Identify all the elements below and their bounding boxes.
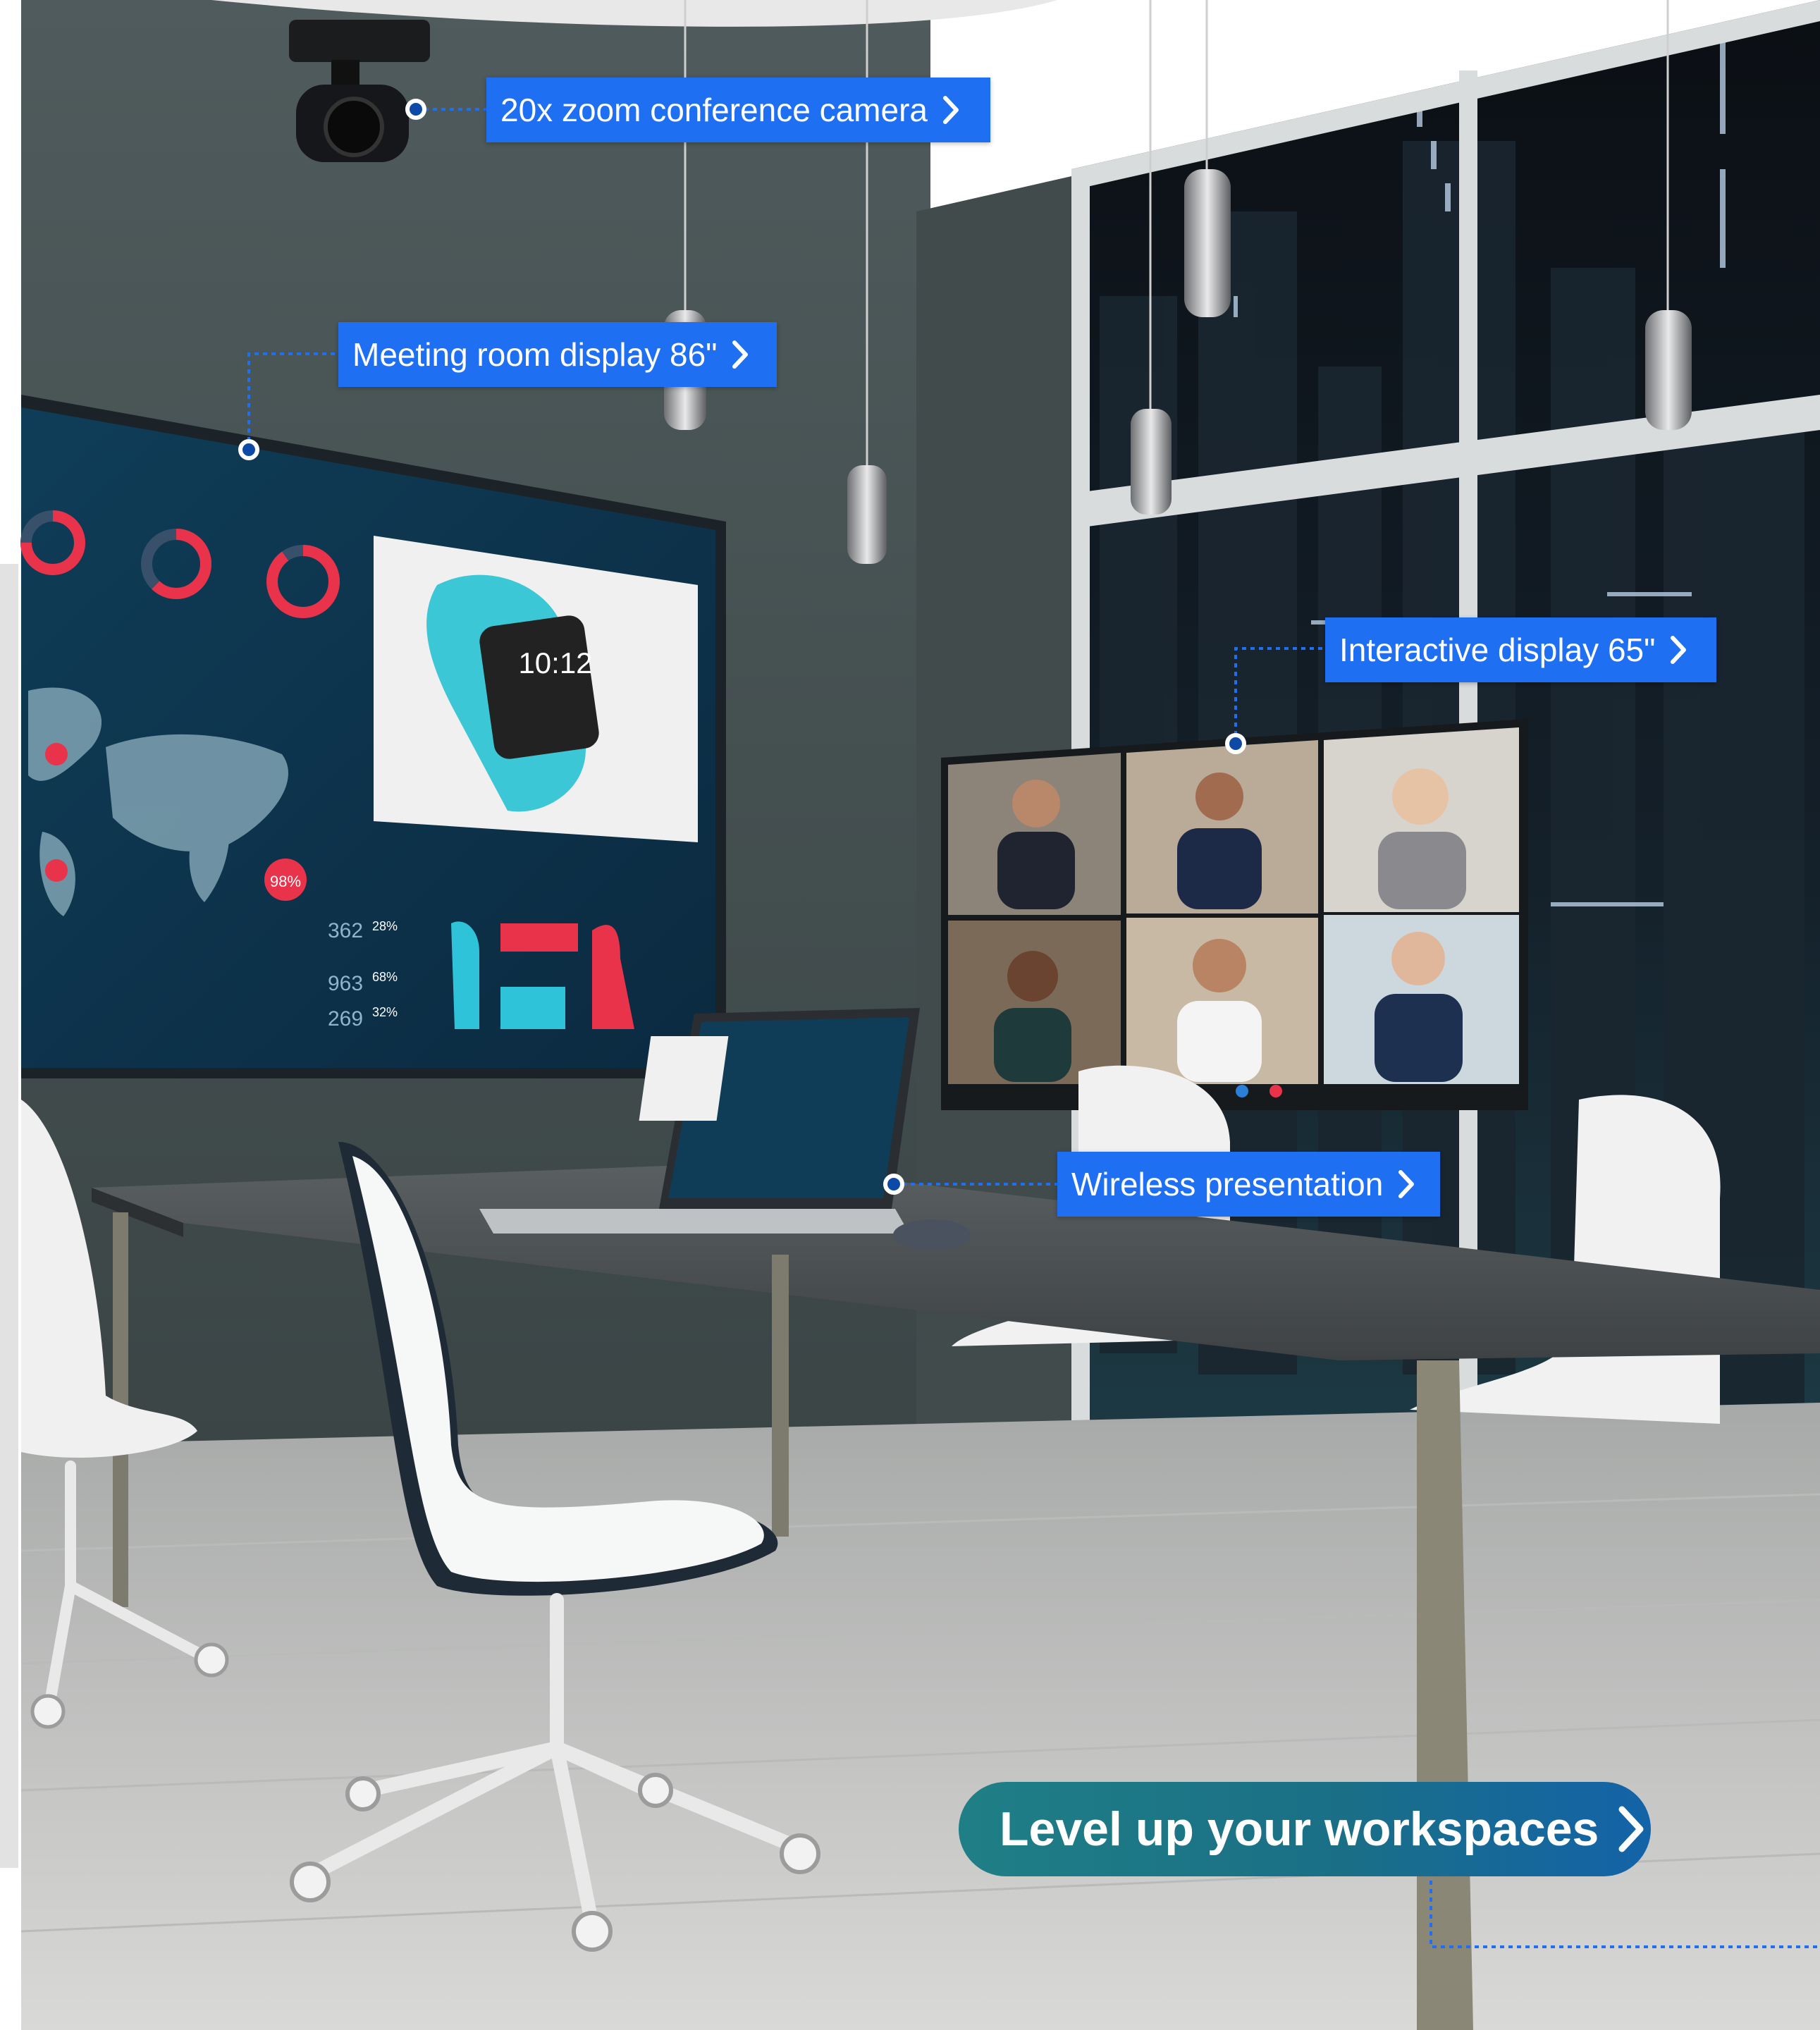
stat-2: 963 <box>328 972 363 995</box>
display65-hotspot-dot[interactable] <box>1225 733 1246 754</box>
conference-room-photo: 98% 10:12 362 963 269 28% 68% 32% <box>0 0 1820 2030</box>
chevron-right-icon <box>1618 1806 1644 1852</box>
chevron-right-icon <box>1398 1170 1415 1198</box>
svg-text:28%: 28% <box>372 919 398 933</box>
display65-hotspot-label[interactable]: Interactive display 65" <box>1325 617 1716 682</box>
left-scroll-track <box>0 564 18 1868</box>
stat-1: 362 <box>328 919 363 942</box>
svg-text:68%: 68% <box>372 970 398 984</box>
chevron-right-icon <box>1671 636 1687 664</box>
display86-hotspot-label[interactable]: Meeting room display 86" <box>338 322 777 387</box>
svg-text:32%: 32% <box>372 1005 398 1019</box>
map-badge-text: 98% <box>270 873 301 890</box>
watch-time: 10:12 <box>518 646 592 679</box>
wireless-hotspot-text: Wireless presentation <box>1071 1166 1384 1202</box>
camera-hotspot-text: 20x zoom conference camera <box>500 92 928 128</box>
display65-hotspot-text: Interactive display 65" <box>1339 632 1656 668</box>
display86-hotspot-dot[interactable] <box>238 439 259 460</box>
chevron-right-icon <box>732 340 749 369</box>
wireless-puck <box>893 1219 971 1250</box>
stat-3: 269 <box>328 1007 363 1031</box>
wireless-hotspot-dot[interactable] <box>883 1174 904 1195</box>
display86-hotspot-text: Meeting room display 86" <box>352 336 718 373</box>
cta-label: Level up your workspaces <box>1000 1802 1599 1856</box>
conference-room-stage: 98% 10:12 362 963 269 28% 68% 32% 20x zo… <box>0 0 1820 2030</box>
camera-hotspot-dot[interactable] <box>405 99 426 120</box>
floor <box>21 1403 1820 2030</box>
wireless-hotspot-label[interactable]: Wireless presentation <box>1057 1152 1440 1217</box>
chevron-right-icon <box>942 96 959 124</box>
level-up-workspaces-button[interactable]: Level up your workspaces <box>959 1782 1651 1876</box>
camera-hotspot-label[interactable]: 20x zoom conference camera <box>486 78 990 142</box>
